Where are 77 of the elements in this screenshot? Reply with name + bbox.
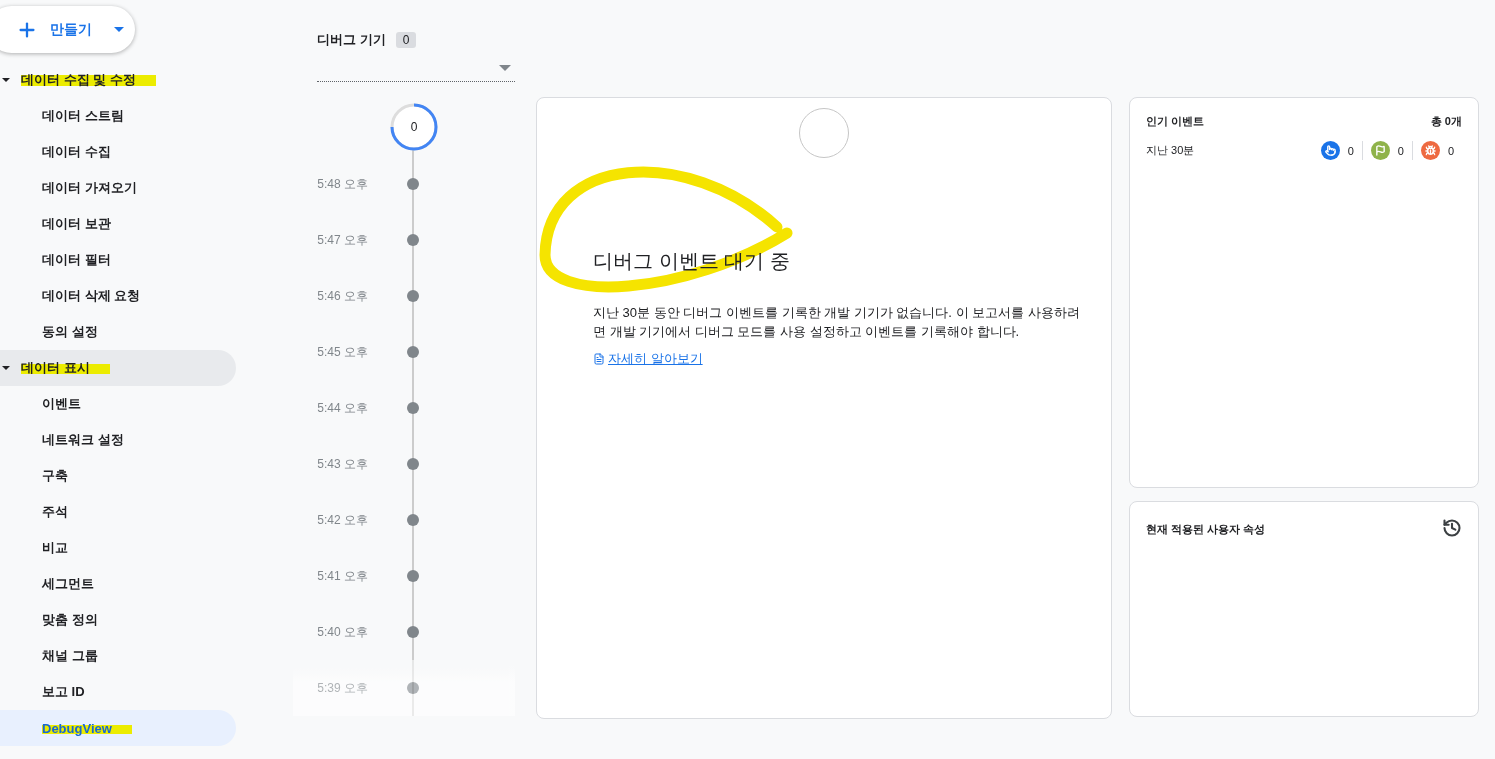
- time-label: 5:47 오후: [316, 231, 368, 249]
- time-label: 5:40 오후: [316, 623, 368, 641]
- caret-icon: [2, 78, 10, 82]
- loading-circle: [799, 108, 849, 158]
- nav-section[interactable]: 데이터 표시: [0, 350, 236, 386]
- event-count: 0: [1347, 144, 1354, 157]
- nav-item[interactable]: 데이터 보관: [0, 206, 236, 242]
- time-label: 5:46 오후: [316, 287, 368, 305]
- timeline-dot: [407, 570, 419, 582]
- nav-item-label: 이벤트: [42, 395, 81, 413]
- nav-item-label: 맞춤 정의: [42, 611, 98, 629]
- nav-item-label: 데이터 가져오기: [42, 179, 137, 197]
- timeline-dot: [407, 290, 419, 302]
- nav-item-label: 주석: [42, 503, 68, 521]
- total-count: 총 0개: [1430, 114, 1462, 129]
- nav-item-label: 세그먼트: [42, 575, 94, 593]
- learn-more-link[interactable]: 자세히 알아보기: [593, 350, 703, 368]
- nav-item[interactable]: 데이터 필터: [0, 242, 236, 278]
- nav-item-label: 비교: [42, 539, 68, 557]
- nav-item[interactable]: 데이터 수집: [0, 134, 236, 170]
- nav-section[interactable]: 데이터 수집 및 수정: [0, 62, 236, 98]
- nav-item[interactable]: 데이터 삭제 요청: [0, 278, 236, 314]
- time-label: 5:45 오후: [316, 343, 368, 361]
- nav-item[interactable]: 보고 ID: [0, 674, 236, 710]
- caret-icon: [499, 65, 511, 71]
- history-icon[interactable]: [1442, 518, 1462, 538]
- nav-item-label: 데이터 삭제 요청: [42, 287, 141, 305]
- document-icon: [593, 353, 605, 365]
- nav-item-label: 데이터 보관: [42, 215, 111, 233]
- user-properties-title: 현재 적용된 사용자 속성: [1146, 522, 1266, 537]
- time-label: 5:43 오후: [316, 455, 368, 473]
- nav-item-label: 데이터 필터: [42, 251, 111, 269]
- nav-item-label: 구축: [42, 467, 68, 485]
- nav-item[interactable]: 채널 그룹: [0, 638, 236, 674]
- time-label: 5:44 오후: [316, 399, 368, 417]
- time-label: 5:39 오후: [316, 679, 368, 697]
- nav-item[interactable]: 비교: [0, 530, 236, 566]
- timeline-dot: [407, 346, 419, 358]
- nav-item[interactable]: 세그먼트: [0, 566, 236, 602]
- nav-item[interactable]: 동의 설정: [0, 314, 236, 350]
- timeline-dot: [407, 402, 419, 414]
- period-label: 지난 30분: [1146, 143, 1195, 158]
- nav-item[interactable]: 데이터 스트림: [0, 98, 236, 134]
- event-count: 0: [1397, 144, 1404, 157]
- device-count: 0: [395, 32, 417, 48]
- timeline-dot: [407, 682, 419, 694]
- nav-section-label: 데이터 표시: [21, 359, 110, 377]
- nav-item-label: 데이터 스트림: [42, 107, 124, 125]
- timeline-dot: [407, 514, 419, 526]
- event-count-ring: 0: [389, 102, 439, 152]
- nav-section-label: 데이터 수집 및 수정: [21, 71, 156, 89]
- nav-item-label: 네트워크 설정: [42, 431, 124, 449]
- nav-item[interactable]: 네트워크 설정: [0, 422, 236, 458]
- event-count: 0: [1447, 144, 1454, 157]
- timeline-dot: [407, 234, 419, 246]
- time-label: 5:48 오후: [316, 175, 368, 193]
- top-events-title: 인기 이벤트: [1146, 114, 1205, 129]
- caret-icon: [114, 27, 124, 32]
- timeline-dot: [407, 458, 419, 470]
- timeline-dot: [407, 178, 419, 190]
- create-button[interactable]: 만들기: [0, 6, 135, 53]
- nav-item-label: 채널 그룹: [42, 647, 98, 665]
- nav-item-label: 데이터 수집: [42, 143, 111, 161]
- nav-item[interactable]: 이벤트: [0, 386, 236, 422]
- debug-devices-label: 디버그 기기: [317, 31, 386, 49]
- nav-item-label: 보고 ID: [42, 683, 85, 701]
- nav-item[interactable]: 구축: [0, 458, 236, 494]
- nav-item[interactable]: 맞춤 정의: [0, 602, 236, 638]
- nav-item[interactable]: 데이터 가져오기: [0, 170, 236, 206]
- nav-item-label: 동의 설정: [42, 323, 98, 341]
- timeline-dot: [407, 626, 419, 638]
- nav-item[interactable]: DebugView: [0, 710, 236, 746]
- nav-item[interactable]: 주석: [0, 494, 236, 530]
- caret-icon: [2, 366, 10, 370]
- waiting-message: 지난 30분 동안 디버그 이벤트를 기록한 개발 기기가 없습니다. 이 보고서를 사용하려면 개발 기기에서 디버그 모드를 사용 설정하고 이벤트를 기록해야 합니다.: [593, 304, 1081, 341]
- time-label: 5:42 오후: [316, 511, 368, 529]
- time-label: 5:41 오후: [316, 567, 368, 585]
